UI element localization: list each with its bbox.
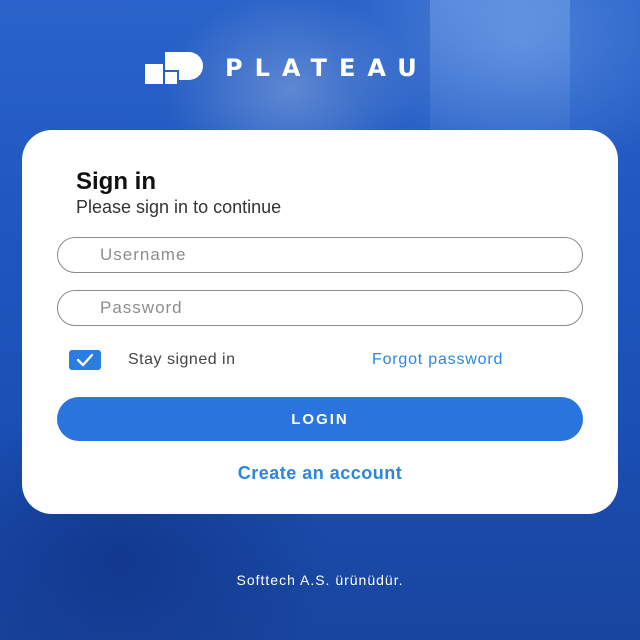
password-input[interactable] [57, 290, 583, 326]
sign-in-card: Sign in Please sign in to continue Stay … [22, 130, 618, 514]
login-button[interactable]: LOGIN [57, 397, 583, 441]
background-window [430, 0, 570, 150]
brand-logo: PLATEAU [145, 52, 429, 84]
plateau-logo-icon [145, 52, 203, 84]
forgot-password-link[interactable]: Forgot password [372, 351, 503, 369]
checkmark-icon [76, 353, 94, 367]
username-input[interactable] [57, 237, 583, 273]
page-title: Sign in [76, 168, 156, 195]
create-account-link[interactable]: Create an account [22, 463, 618, 484]
page-subtitle: Please sign in to continue [76, 197, 282, 217]
brand-name: PLATEAU [225, 54, 429, 82]
stay-signed-in-checkbox[interactable] [69, 350, 101, 370]
stay-signed-in-label: Stay signed in [128, 351, 236, 368]
footer-text: Softtech A.S. ürünüdür. [236, 572, 404, 588]
